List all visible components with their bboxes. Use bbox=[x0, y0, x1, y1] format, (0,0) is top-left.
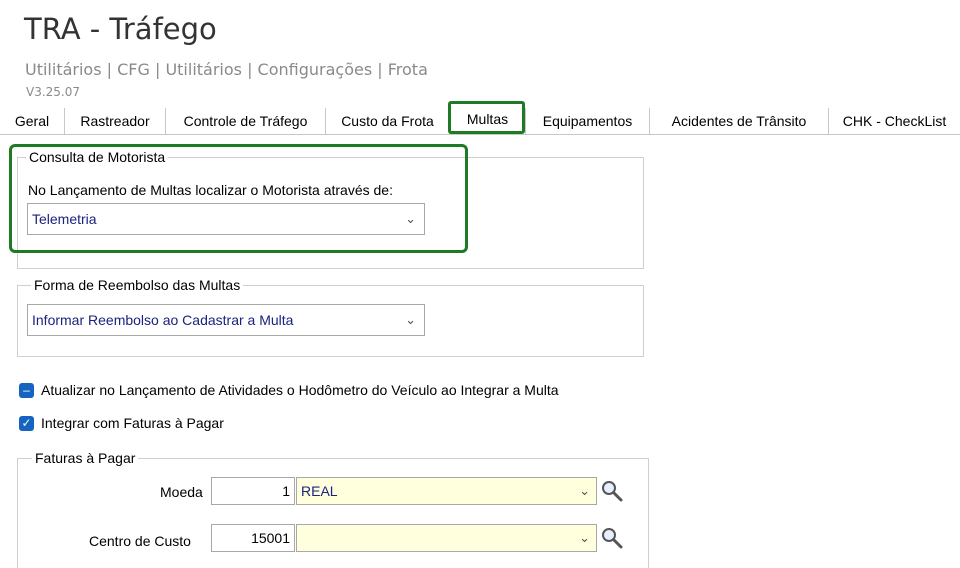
centro-custo-combo[interactable]: ⌄ bbox=[296, 524, 597, 552]
centro-custo-search-icon[interactable] bbox=[600, 526, 624, 550]
tab-custo-da-frota[interactable]: Custo da Frota bbox=[326, 108, 450, 134]
tab-chk-checklist[interactable]: CHK - CheckList bbox=[829, 108, 960, 134]
moeda-label: Moeda bbox=[160, 484, 203, 500]
atualizar-hodometro-label: Atualizar no Lançamento de Atividades o … bbox=[41, 382, 559, 398]
tab-rastreador[interactable]: Rastreador bbox=[65, 108, 166, 134]
reembolso-legend: Forma de Reembolso das Multas bbox=[31, 277, 244, 293]
tab-bar: Geral Rastreador Controle de Tráfego Cus… bbox=[0, 108, 960, 135]
moeda-name: REAL bbox=[301, 483, 338, 499]
chevron-down-icon: ⌄ bbox=[579, 530, 590, 545]
tab-equipamentos[interactable]: Equipamentos bbox=[526, 108, 650, 134]
reembolso-value: Informar Reembolso ao Cadastrar a Multa bbox=[32, 312, 294, 328]
faturas-legend: Faturas à Pagar bbox=[32, 450, 139, 466]
tab-multas[interactable]: Multas bbox=[450, 108, 526, 134]
version-label: V3.25.07 bbox=[26, 85, 81, 99]
reembolso-select[interactable]: Informar Reembolso ao Cadastrar a Multa … bbox=[27, 304, 425, 336]
tab-geral[interactable]: Geral bbox=[0, 108, 65, 134]
chevron-down-icon: ⌄ bbox=[405, 211, 416, 226]
chevron-down-icon: ⌄ bbox=[405, 312, 416, 327]
consulta-motorista-label: No Lançamento de Multas localizar o Moto… bbox=[28, 182, 393, 198]
chevron-down-icon: ⌄ bbox=[579, 483, 590, 498]
moeda-code-input[interactable]: 1 bbox=[211, 477, 295, 505]
breadcrumb: Utilitários | CFG | Utilitários | Config… bbox=[25, 60, 428, 79]
page-title: TRA - Tráfego bbox=[24, 12, 217, 46]
integrar-faturas-checkbox[interactable]: ✓ bbox=[19, 416, 34, 431]
centro-custo-label: Centro de Custo bbox=[89, 533, 191, 549]
consulta-motorista-value: Telemetria bbox=[32, 211, 97, 227]
moeda-search-icon[interactable] bbox=[600, 479, 624, 503]
tab-acidentes-de-transito[interactable]: Acidentes de Trânsito bbox=[650, 108, 829, 134]
consulta-motorista-legend: Consulta de Motorista bbox=[26, 149, 169, 165]
moeda-combo[interactable]: REAL ⌄ bbox=[296, 477, 597, 505]
atualizar-hodometro-checkbox[interactable]: – bbox=[19, 383, 34, 398]
integrar-faturas-label: Integrar com Faturas à Pagar bbox=[41, 415, 224, 431]
consulta-motorista-select[interactable]: Telemetria ⌄ bbox=[27, 203, 425, 235]
tab-controle-de-trafego[interactable]: Controle de Tráfego bbox=[166, 108, 326, 134]
centro-custo-code-input[interactable]: 15001 bbox=[211, 524, 295, 552]
